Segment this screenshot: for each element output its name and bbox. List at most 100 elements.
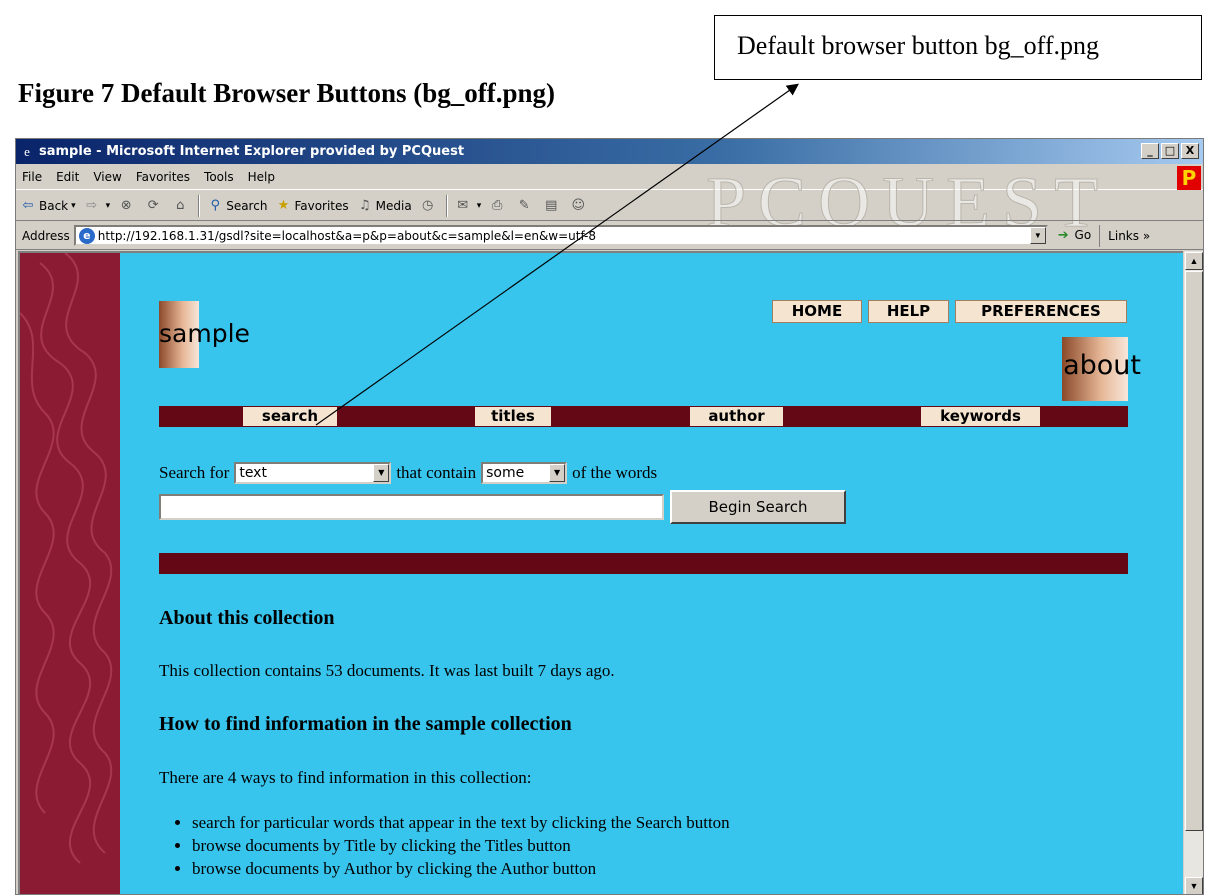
- favorites-label: Favorites: [294, 198, 349, 213]
- links-button[interactable]: Links »: [1099, 224, 1150, 247]
- mail-button[interactable]: ✉ ▾: [451, 194, 486, 218]
- mail-icon: ✉: [457, 197, 469, 213]
- close-button[interactable]: X: [1181, 143, 1199, 159]
- media-button[interactable]: ♫ Media: [353, 194, 416, 218]
- minimize-button[interactable]: _: [1141, 143, 1159, 159]
- of-the-words-label: of the words: [572, 463, 658, 482]
- title-bar[interactable]: e sample - Microsoft Internet Explorer p…: [16, 139, 1203, 164]
- ways-list: search for particular words that appear …: [192, 811, 730, 880]
- help-nav-button[interactable]: HELP: [868, 300, 949, 323]
- menu-favorites[interactable]: Favorites: [129, 170, 197, 184]
- search-button[interactable]: ⚲ Search: [203, 194, 271, 218]
- query-row: Begin Search: [159, 490, 846, 524]
- media-icon: ♫: [358, 197, 371, 213]
- brand-logo-icon: P: [1177, 166, 1201, 190]
- favorites-icon: ★: [277, 197, 290, 213]
- toolbar-separator: [445, 194, 448, 217]
- figure-caption: Figure 7 Default Browser Buttons (bg_off…: [18, 78, 556, 108]
- about-text: This collection contains 53 documents. I…: [159, 661, 615, 680]
- page-icon: e: [78, 227, 95, 244]
- maximize-button[interactable]: □: [1161, 143, 1179, 159]
- media-label: Media: [375, 198, 412, 213]
- window-title: sample - Microsoft Internet Explorer pro…: [39, 144, 465, 159]
- browser-window: e sample - Microsoft Internet Explorer p…: [15, 138, 1204, 895]
- preferences-nav-button[interactable]: PREFERENCES: [955, 300, 1127, 323]
- forward-button[interactable]: ⇨ ▾: [80, 194, 115, 218]
- menu-view[interactable]: View: [86, 170, 128, 184]
- home-nav-button[interactable]: HOME: [772, 300, 862, 323]
- home-icon: ⌂: [176, 197, 185, 213]
- go-label: Go: [1074, 228, 1092, 242]
- search-for-label: Search for: [159, 463, 230, 482]
- edit-button[interactable]: ✎: [512, 194, 539, 218]
- standard-toolbar: ⇦ Back ▾ ⇨ ▾ ⊗ ⟳ ⌂ ⚲ Search ★ Favorites …: [16, 191, 1203, 221]
- stop-button[interactable]: ⊗: [114, 194, 141, 218]
- go-button[interactable]: ➔ Go: [1048, 228, 1099, 243]
- list-item: browse documents by Title by clicking th…: [192, 834, 730, 857]
- titles-tab-button[interactable]: titles: [475, 407, 551, 426]
- search-mode-value: some: [486, 465, 525, 481]
- search-mode-select[interactable]: some ▼: [481, 462, 568, 484]
- list-item: browse documents by Author by clicking t…: [192, 857, 730, 880]
- back-arrow-icon: ⇦: [22, 197, 34, 213]
- address-url: http://192.168.1.31/gsdl?site=localhost&…: [97, 228, 597, 243]
- search-field-select[interactable]: text ▼: [234, 462, 392, 484]
- author-tab-button[interactable]: author: [690, 407, 783, 426]
- chevron-down-icon: ▾: [476, 200, 482, 211]
- about-heading: About this collection: [159, 607, 335, 629]
- print-button[interactable]: ⎙: [485, 194, 512, 218]
- back-button[interactable]: ⇦ Back ▾: [16, 194, 80, 218]
- discuss-button[interactable]: ▤: [539, 194, 566, 218]
- list-item: search for particular words that appear …: [192, 811, 730, 834]
- ie-logo-icon: e: [24, 143, 30, 159]
- search-icon: ⚲: [210, 197, 220, 213]
- address-dropdown-button[interactable]: ▼: [1029, 227, 1046, 244]
- messenger-icon: ☺: [571, 197, 586, 213]
- page-viewport: sample HOME HELP PREFERENCES about searc…: [18, 251, 1183, 894]
- history-button[interactable]: ◷: [416, 194, 443, 218]
- forward-arrow-icon: ⇨: [86, 197, 98, 213]
- address-bar: Address e http://192.168.1.31/gsdl?site=…: [16, 222, 1203, 250]
- go-arrow-icon: ➔: [1057, 228, 1069, 243]
- menu-bar: File Edit View Favorites Tools Help: [16, 164, 1203, 190]
- refresh-button[interactable]: ⟳: [141, 194, 168, 218]
- menu-help[interactable]: Help: [241, 170, 282, 184]
- address-input[interactable]: e http://192.168.1.31/gsdl?site=localhos…: [73, 225, 1048, 246]
- begin-search-button[interactable]: Begin Search: [670, 490, 846, 524]
- scroll-up-icon[interactable]: ▲: [1185, 252, 1203, 270]
- menu-edit[interactable]: Edit: [49, 170, 86, 184]
- vertical-scrollbar[interactable]: ▲ ▼: [1183, 251, 1203, 894]
- swirl-pattern-icon: [20, 253, 113, 864]
- scroll-thumb[interactable]: [1185, 271, 1203, 831]
- chevron-down-icon: ▼: [549, 464, 566, 482]
- collection-name: sample: [159, 319, 250, 348]
- chevron-down-icon: ▼: [373, 464, 390, 482]
- window-controls: _ □ X: [1141, 143, 1199, 159]
- decorative-sidebar: [20, 253, 120, 894]
- keywords-tab-button[interactable]: keywords: [921, 407, 1040, 426]
- search-query-input[interactable]: [159, 494, 664, 520]
- messenger-button[interactable]: ☺: [566, 194, 593, 218]
- that-contain-label: that contain: [396, 463, 477, 482]
- chevron-down-icon: ▾: [71, 200, 76, 211]
- page-title: about: [1063, 350, 1141, 381]
- menu-tools[interactable]: Tools: [197, 170, 241, 184]
- search-label: Search: [226, 198, 268, 213]
- callout-box: Default browser button bg_off.png: [714, 15, 1202, 80]
- scroll-down-icon[interactable]: ▼: [1185, 877, 1203, 894]
- print-icon: ⎙: [492, 197, 503, 213]
- address-label: Address: [22, 228, 70, 243]
- favorites-button[interactable]: ★ Favorites: [271, 194, 352, 218]
- howto-heading: How to find information in the sample co…: [159, 713, 572, 735]
- search-field-value: text: [239, 465, 267, 481]
- back-label: Back: [39, 198, 69, 213]
- toolbar-separator: [198, 194, 201, 217]
- refresh-icon: ⟳: [147, 197, 159, 213]
- search-tab-button[interactable]: search: [243, 407, 337, 426]
- howto-intro: There are 4 ways to find information in …: [159, 768, 532, 787]
- discuss-icon: ▤: [545, 197, 558, 213]
- history-icon: ◷: [422, 197, 434, 213]
- chevron-down-icon: ▾: [105, 200, 111, 211]
- menu-file[interactable]: File: [16, 170, 49, 184]
- home-button[interactable]: ⌂: [168, 194, 195, 218]
